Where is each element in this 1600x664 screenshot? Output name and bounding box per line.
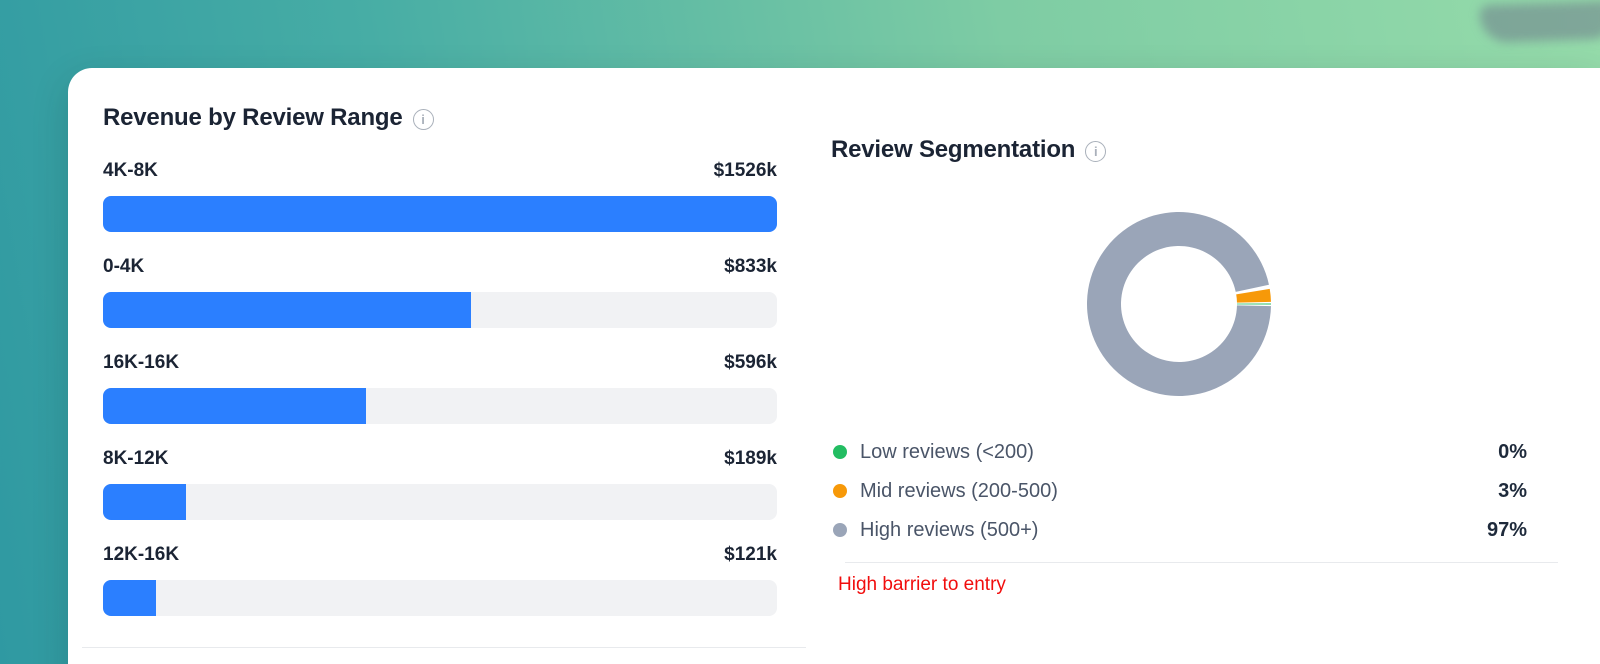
legend-label: Mid reviews (200-500) [860, 479, 1058, 502]
bar-row: 4K-8K $1526k [103, 160, 777, 232]
legend-percent: 97% [1486, 518, 1527, 541]
info-icon[interactable]: i [412, 108, 434, 130]
bar-row-header: 8K-12K $189k [103, 448, 777, 472]
bar-value-label: $1526k [713, 160, 777, 181]
right-panel-title-row: Review Segmentation i [831, 134, 1527, 166]
donut-segment [1236, 303, 1271, 305]
dashboard-card: Revenue by Review Range i 4K-8K $1526k 0-4… [68, 68, 1600, 664]
info-icon[interactable]: i [1085, 140, 1107, 162]
donut-chart-svg [1087, 212, 1271, 396]
legend-dot [833, 523, 847, 537]
donut-segment [1236, 288, 1271, 303]
bar-fill [103, 580, 157, 616]
right-panel-title: Review Segmentation [831, 136, 1076, 163]
bar-category-label: 0-4K [103, 256, 145, 277]
bar-value-label: $833k [724, 256, 777, 277]
bar-fill [103, 388, 367, 424]
left-panel-divider [82, 647, 806, 648]
bar-track [103, 388, 777, 424]
legend-item: High reviews (500+) 97% [831, 518, 1527, 542]
bar-track [103, 196, 777, 232]
bar-row-header: 12K-16K $121k [103, 544, 777, 568]
right-panel-divider [845, 562, 1558, 563]
legend-dot [833, 484, 847, 498]
legend-dot [833, 445, 847, 459]
review-segmentation-panel: Review Segmentation i Low reviews (<200)… [806, 68, 1600, 664]
legend-item: Low reviews (<200) 0% [831, 440, 1527, 464]
bar-fill [103, 196, 777, 232]
legend-item: Mid reviews (200-500) 3% [831, 479, 1527, 503]
bar-row-header: 4K-8K $1526k [103, 160, 777, 184]
left-panel-title-row: Revenue by Review Range i [103, 102, 777, 134]
bar-track [103, 580, 777, 616]
bar-row: 12K-16K $121k [103, 544, 777, 616]
revenue-by-review-range-panel: Revenue by Review Range i 4K-8K $1526k 0-4… [68, 68, 806, 664]
legend-label: Low reviews (<200) [860, 440, 1034, 463]
donut-legend: Low reviews (<200) 0% Mid reviews (200-500… [831, 440, 1527, 542]
bar-category-label: 8K-12K [103, 448, 169, 469]
left-panel-title: Revenue by Review Range [103, 104, 403, 131]
annotation-note: High barrier to entry [838, 574, 1006, 595]
bar-row: 16K-16K $596k [103, 352, 777, 424]
bar-value-label: $596k [724, 352, 777, 373]
bar-category-label: 12K-16K [103, 544, 180, 565]
bar-row-header: 0-4K $833k [103, 256, 777, 280]
bar-row: 8K-12K $189k [103, 448, 777, 520]
bar-row-header: 16K-16K $596k [103, 352, 777, 376]
revenue-bar-chart: 4K-8K $1526k 0-4K $833k 16K-16K $596k 8K-12K $1… [103, 160, 777, 616]
bar-fill [103, 292, 471, 328]
bar-value-label: $121k [724, 544, 777, 565]
bar-track [103, 484, 777, 520]
bar-category-label: 4K-8K [103, 160, 158, 181]
bar-row: 0-4K $833k [103, 256, 777, 328]
bar-value-label: $189k [724, 448, 777, 469]
bar-fill [103, 484, 187, 520]
legend-percent: 3% [1498, 479, 1527, 502]
donut-chart [831, 209, 1527, 399]
bar-category-label: 16K-16K [103, 352, 180, 373]
bar-track [103, 292, 777, 328]
decorative-smudge [1479, 0, 1600, 44]
legend-label: High reviews (500+) [860, 518, 1039, 541]
legend-percent: 0% [1498, 440, 1527, 463]
